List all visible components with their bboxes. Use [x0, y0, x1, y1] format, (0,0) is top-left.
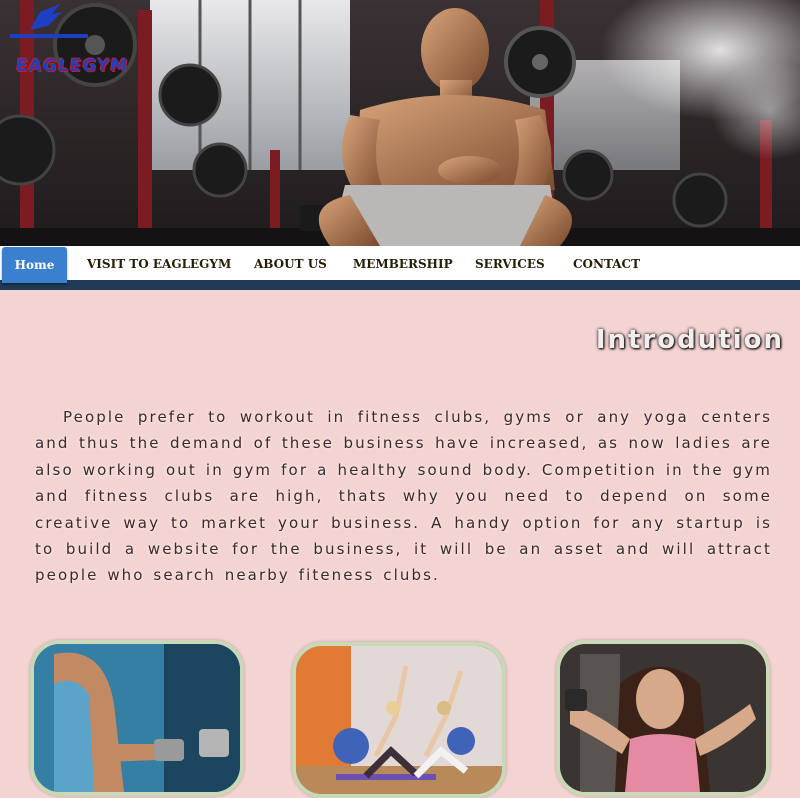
nav-item-about-us[interactable]: ABOUT US: [254, 247, 327, 280]
dumbbell-arm-image: [34, 644, 240, 792]
eagle-logo-icon[interactable]: [0, 0, 98, 56]
nav-underline-bar: [0, 280, 800, 290]
woman-training-image: [560, 644, 766, 792]
hero-banner: EAGLEGYM: [0, 0, 800, 246]
intro-paragraph: People prefer to workout in fitness club…: [35, 408, 772, 585]
photo-woman-training: [556, 640, 770, 796]
logo-text: EAGLEGYM: [14, 56, 130, 76]
photo-yoga-class: [292, 642, 506, 798]
nav-item-contact[interactable]: CONTACT: [573, 247, 640, 280]
nav-item-membership[interactable]: MEMBERSHIP: [353, 247, 453, 280]
nav-item-services[interactable]: SERVICES: [475, 247, 545, 280]
nav-item-visit[interactable]: VISIT TO EAGLEGYM: [87, 247, 231, 280]
yoga-class-image: [296, 646, 502, 794]
nav-item-home[interactable]: Home: [2, 247, 67, 283]
photo-dumbbell-workout: [30, 640, 244, 796]
hero-gym-illustration: [0, 0, 800, 246]
intro-heading: Introdution: [595, 325, 784, 355]
